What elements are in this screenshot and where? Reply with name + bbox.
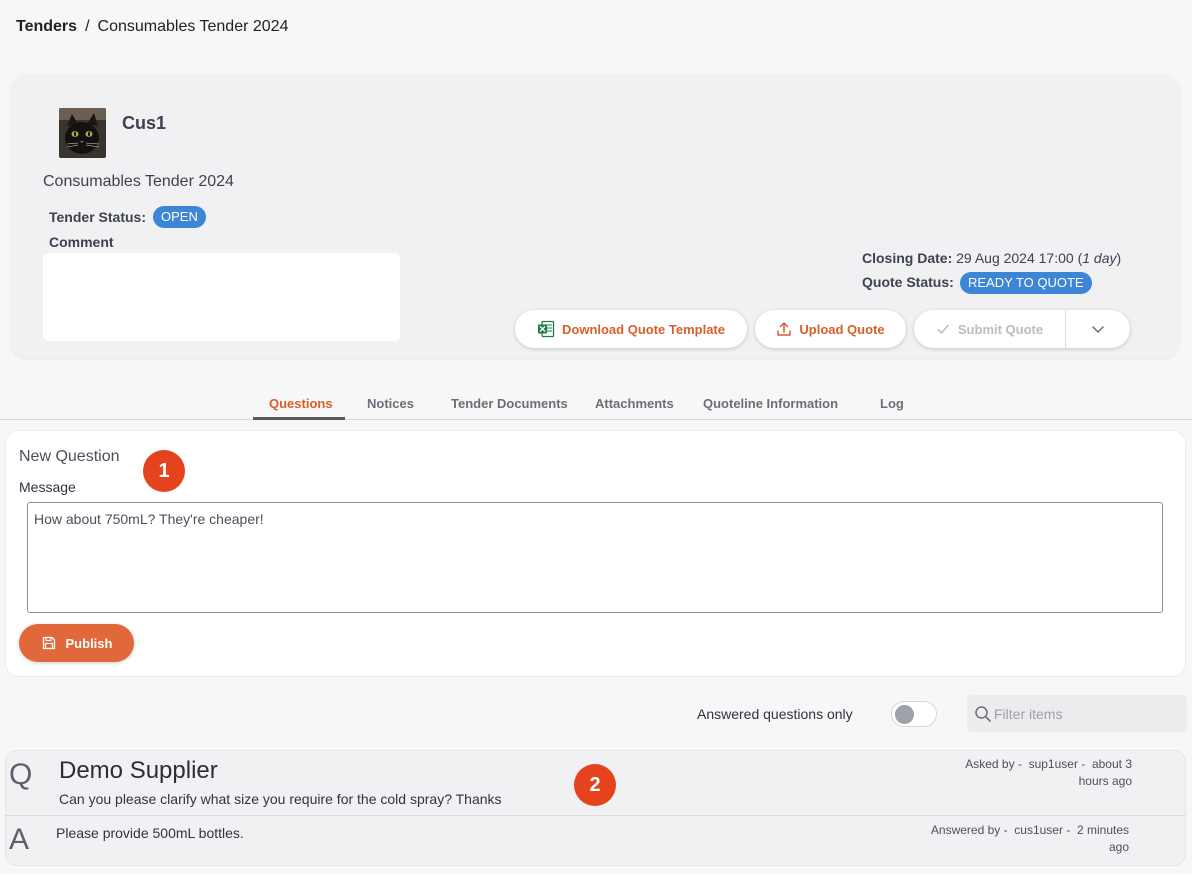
save-icon <box>42 636 55 650</box>
submit-options-dropdown-button[interactable] <box>1066 310 1130 348</box>
upload-quote-label: Upload Quote <box>799 321 885 337</box>
answered-by-label: Answered by - <box>930 823 1008 837</box>
tabs-divider <box>0 419 1192 420</box>
breadcrumb: Tenders / Consumables Tender 2024 <box>16 18 288 36</box>
tab-quoteline-information[interactable]: Quoteline Information <box>703 396 838 411</box>
organization-name: Cus1 <box>122 113 167 133</box>
answered-only-toggle[interactable] <box>891 701 937 727</box>
tender-status-value: OPEN <box>153 206 206 228</box>
tab-log[interactable]: Log <box>880 396 904 411</box>
supplier-name: Demo Supplier <box>59 757 218 784</box>
check-icon <box>937 324 949 334</box>
asked-by-label: Asked by - <box>965 757 1022 771</box>
toggle-knob <box>895 705 914 724</box>
annotation-marker-1: 1 <box>143 450 185 492</box>
avatar <box>59 108 106 158</box>
submit-quote-group: Submit Quote <box>914 310 1130 348</box>
tender-status-label: Tender Status: <box>49 209 146 225</box>
active-tab-indicator <box>253 417 345 420</box>
asked-by-time: about 3 hours ago <box>1078 757 1132 788</box>
download-quote-template-button[interactable]: Download Quote Template <box>515 310 747 348</box>
answered-by-meta: Answered by - cus1user - 2 minutes ago <box>929 822 1129 856</box>
question-text: Can you please clarify what size you req… <box>59 791 502 807</box>
cat-avatar-icon <box>59 108 106 158</box>
breadcrumb-separator: / <box>85 18 90 35</box>
asked-by-user: sup1user - <box>1028 757 1086 771</box>
question-letter: Q <box>9 758 33 791</box>
tab-questions[interactable]: Questions <box>269 396 333 411</box>
quote-status-value: READY TO QUOTE <box>960 272 1092 294</box>
answer-letter: A <box>9 823 30 856</box>
answered-by-time: 2 minutes ago <box>1076 823 1129 854</box>
tab-notices[interactable]: Notices <box>367 396 414 411</box>
download-quote-template-label: Download Quote Template <box>562 321 725 337</box>
annotation-marker-2: 2 <box>574 764 616 806</box>
filter-field <box>967 695 1187 732</box>
upload-quote-button[interactable]: Upload Quote <box>755 310 906 348</box>
closing-date-label: Closing Date: <box>862 250 953 266</box>
publish-label: Publish <box>65 635 113 651</box>
excel-icon <box>538 320 555 338</box>
tender-status-badge: OPEN <box>153 206 206 228</box>
comment-box <box>43 253 400 341</box>
publish-button[interactable]: Publish <box>19 624 134 662</box>
new-question-title: New Question <box>19 448 120 465</box>
breadcrumb-root-link[interactable]: Tenders <box>16 18 77 35</box>
submit-quote-button[interactable]: Submit Quote <box>914 310 1066 348</box>
tab-tender-documents[interactable]: Tender Documents <box>451 396 568 411</box>
tender-title: Consumables Tender 2024 <box>43 173 234 190</box>
answered-by-user: cus1user - <box>1014 823 1071 837</box>
search-icon <box>975 705 991 722</box>
upload-icon <box>777 322 792 336</box>
answered-only-label: Answered questions only <box>697 706 853 722</box>
chevron-down-icon <box>1092 326 1104 333</box>
answer-text: Please provide 500mL bottles. <box>56 825 244 841</box>
closing-date: Closing Date: 29 Aug 2024 17:00 (1 day) <box>862 250 1122 266</box>
message-input[interactable]: How about 750mL? They're cheaper! <box>27 502 1163 613</box>
quote-status-label: Quote Status: <box>862 274 954 290</box>
asked-by-meta: Asked by - sup1user - about 3 hours ago <box>932 756 1132 790</box>
comment-label: Comment <box>49 234 114 250</box>
closing-date-value: 29 Aug 2024 17:00 <box>956 250 1074 266</box>
tab-attachments[interactable]: Attachments <box>595 396 674 411</box>
qa-divider <box>5 815 1186 816</box>
closing-date-remaining: 1 day <box>1082 250 1117 266</box>
quote-status-badge: READY TO QUOTE <box>960 272 1092 294</box>
breadcrumb-current: Consumables Tender 2024 <box>97 18 289 35</box>
message-label: Message <box>19 479 76 495</box>
filter-input[interactable] <box>994 705 1184 722</box>
submit-quote-label: Submit Quote <box>957 321 1044 337</box>
